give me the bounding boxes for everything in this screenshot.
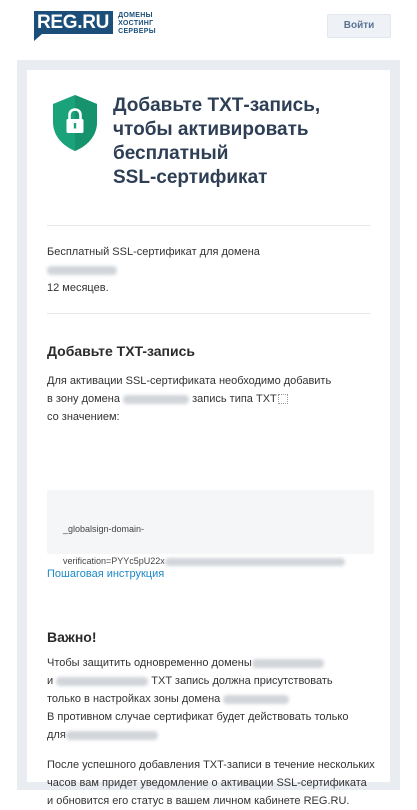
redacted-code [164, 557, 345, 566]
important-line5-prefix: для [47, 729, 66, 741]
important-line4: В противном случае сертификат будет дейс… [47, 711, 349, 723]
divider-middle [47, 313, 370, 314]
txt-desc-line1: Для активации SSL-сертификата необходимо… [47, 375, 332, 387]
step-by-step-link[interactable]: Пошаговая инструкция [47, 565, 164, 583]
important-line1: Чтобы защитить одновременно домены [47, 657, 252, 669]
lock-shield-icon [53, 95, 97, 151]
redacted-domain [47, 265, 117, 275]
header: REG.RU ДОМЕНЫ ХОСТИНГ СЕРВЕРЫ Войти [0, 0, 417, 48]
regru-logo[interactable]: REG.RU ДОМЕНЫ ХОСТИНГ СЕРВЕРЫ [34, 11, 156, 41]
login-button[interactable]: Войти [327, 14, 391, 38]
info-duration: 12 месяцев. [47, 282, 109, 294]
important-line3-prefix: только в настройках зоны домена [47, 693, 221, 705]
info-line1: Бесплатный SSL-сертификат для домена [47, 246, 260, 258]
code-line1: _globalsign-domain- [63, 524, 145, 534]
divider-top [47, 225, 370, 226]
txt-desc-prefix: в зону домена [47, 393, 120, 405]
redacted-domain [251, 658, 324, 668]
email-card: Добавьте ТХТ-запись, чтобы активировать … [27, 70, 390, 807]
txt-value[interactable]: _globalsign-domain- verification=PYYc5pU… [63, 505, 363, 569]
redacted-domain [56, 676, 149, 686]
txt-description: Для активации SSL-сертификата необходимо… [47, 372, 377, 426]
copy-icon [277, 394, 288, 405]
tagline-servers: СЕРВЕРЫ [118, 28, 156, 35]
logo-tagline: ДОМЕНЫ ХОСТИНГ СЕРВЕРЫ [118, 12, 156, 36]
tagline-domains: ДОМЕНЫ [118, 12, 153, 19]
important-line2-suffix: TXT запись должна присутствовать [151, 675, 333, 687]
txt-desc-line3: со значением: [47, 411, 120, 423]
logo-text: REG.RU [37, 12, 110, 33]
important-text: Чтобы защитить одновременно домены и TXT… [47, 654, 377, 744]
redacted-domain [65, 730, 158, 740]
tagline-hosting: ХОСТИНГ [118, 20, 154, 27]
info-text: Бесплатный SSL-сертификат для домена 12 … [47, 243, 377, 297]
redacted-domain [123, 394, 190, 404]
logo-mark: REG.RU [34, 11, 114, 41]
important-heading: Важно! [47, 629, 97, 645]
txt-desc-suffix: запись типа TXT [192, 393, 277, 405]
important-para2: После успешного добавления TXT-записи в … [47, 759, 375, 807]
txt-value-box[interactable]: _globalsign-domain- verification=PYYc5pU… [47, 490, 374, 566]
redacted-domain [223, 694, 290, 704]
page-title: Добавьте ТХТ-запись, чтобы активировать … [113, 95, 321, 188]
important-line2-prefix: и [47, 675, 54, 687]
txt-heading: Добавьте TXT-запись [47, 343, 195, 359]
email-frame: Добавьте ТХТ-запись, чтобы активировать … [17, 60, 400, 807]
